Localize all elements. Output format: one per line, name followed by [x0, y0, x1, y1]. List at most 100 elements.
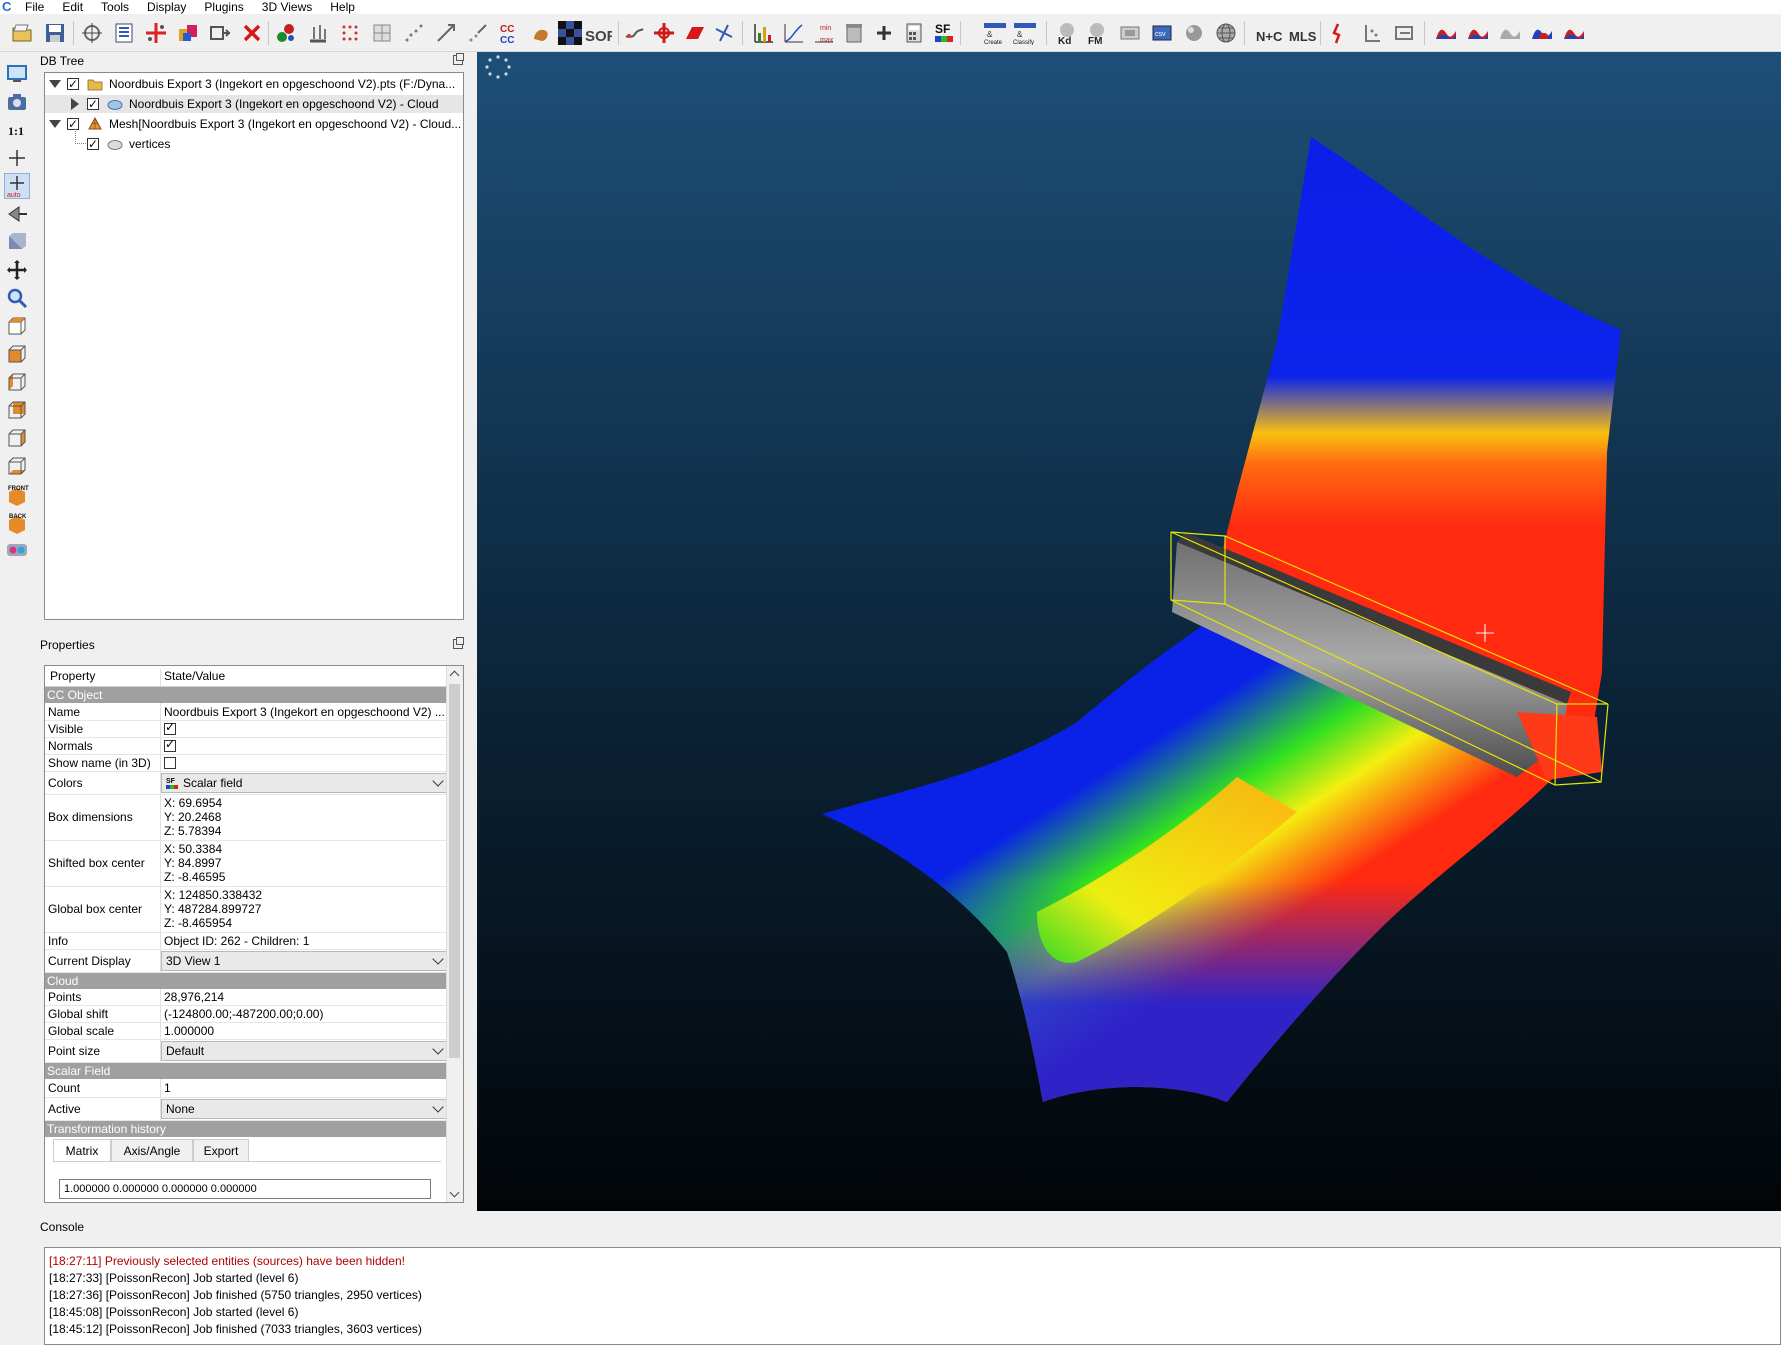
list-icon[interactable]: [112, 21, 136, 45]
sf-gradient-plot-icon[interactable]: [782, 21, 806, 45]
fm-icon[interactable]: FM: [1085, 21, 1109, 45]
3d-view[interactable]: [477, 52, 1781, 1211]
menu-tools[interactable]: Tools: [92, 0, 138, 14]
align-icon[interactable]: [466, 21, 490, 45]
show-name-checkbox[interactable]: [164, 757, 176, 769]
front-view-icon[interactable]: [5, 342, 29, 366]
translate-rotate-icon[interactable]: [652, 21, 676, 45]
crosshair-icon[interactable]: [5, 146, 29, 170]
menu-file[interactable]: File: [16, 0, 53, 14]
merge-icon[interactable]: [176, 21, 200, 45]
checkerboard-icon[interactable]: [558, 21, 582, 45]
tab-export[interactable]: Export: [193, 1139, 249, 1161]
add-icon[interactable]: [872, 21, 896, 45]
collapse-arrow-icon[interactable]: [49, 80, 61, 88]
perspective-icon[interactable]: [5, 202, 29, 226]
name-field[interactable]: Noordbuis Export 3 (Ingekort en opgescho…: [164, 705, 445, 719]
menu-plugins[interactable]: Plugins: [195, 0, 252, 14]
mls-icon[interactable]: MLS: [1288, 21, 1316, 45]
console-log[interactable]: [18:27:11] Previously selected entities …: [44, 1247, 1781, 1345]
menu-edit[interactable]: Edit: [53, 0, 92, 14]
visible-checkbox[interactable]: [164, 720, 176, 735]
db-tree-title-bar[interactable]: DB Tree: [35, 52, 467, 70]
scroll-down-icon[interactable]: [449, 1187, 460, 1198]
point-pick-icon[interactable]: [712, 21, 736, 45]
tree-item-cloud[interactable]: Noordbuis Export 3 (Ingekort en opgescho…: [45, 95, 463, 113]
histogram-icon[interactable]: [752, 21, 776, 45]
cloud-cloud-dist-icon[interactable]: CC CC: [498, 21, 522, 45]
float-panel-icon[interactable]: [453, 637, 464, 649]
normals-icon[interactable]: [306, 21, 330, 45]
stereo-icon[interactable]: [5, 538, 29, 562]
tab-axis-angle[interactable]: Axis/Angle: [111, 1139, 193, 1161]
global-shift-icon[interactable]: [80, 21, 104, 45]
clone-icon[interactable]: [208, 21, 232, 45]
scroll-up-icon[interactable]: [449, 670, 460, 681]
zoom-icon[interactable]: [5, 286, 29, 310]
colors-dropdown[interactable]: SF Scalar field: [161, 773, 448, 793]
globe-icon[interactable]: [1214, 21, 1238, 45]
tree-item-vertices[interactable]: vertices: [45, 129, 463, 153]
segment-icon[interactable]: [622, 21, 646, 45]
sf-tool-icon[interactable]: [1328, 21, 1352, 45]
cube-view-icon[interactable]: [5, 230, 29, 254]
console-title-bar[interactable]: Console: [35, 1218, 1781, 1236]
add-point-icon[interactable]: [144, 21, 168, 45]
back-view-icon[interactable]: [5, 398, 29, 422]
sphere-icon[interactable]: [1182, 21, 1206, 45]
pcv-2-icon[interactable]: [1466, 21, 1490, 45]
clean-icon[interactable]: [1392, 21, 1416, 45]
current-display-dropdown[interactable]: 3D View 1: [161, 951, 448, 971]
sf-gradient-icon[interactable]: [402, 21, 426, 45]
point-size-dropdown[interactable]: Default: [161, 1041, 448, 1061]
float-panel-icon[interactable]: [453, 53, 464, 65]
subsample-icon[interactable]: [338, 21, 362, 45]
sf-minmax-icon[interactable]: min max: [812, 21, 836, 45]
octree-icon[interactable]: [370, 21, 394, 45]
quadric-icon[interactable]: csv: [1150, 21, 1174, 45]
tree-item-checkbox[interactable]: [87, 95, 99, 113]
delete-icon[interactable]: [240, 21, 264, 45]
tree-item-checkbox[interactable]: [67, 75, 79, 93]
canupo-classify-icon[interactable]: & Classify: [1013, 21, 1037, 45]
front-iso-icon[interactable]: FRONT: [5, 482, 29, 506]
tab-matrix[interactable]: Matrix: [53, 1139, 111, 1161]
move-icon[interactable]: [5, 258, 29, 282]
tree-item-mesh[interactable]: Mesh[Noordbuis Export 3 (Ingekort en opg…: [45, 115, 463, 133]
camera-icon[interactable]: [5, 90, 29, 114]
collapse-arrow-icon[interactable]: [49, 120, 61, 128]
matrix-field[interactable]: 1.000000 0.000000 0.000000 0.000000: [59, 1179, 431, 1199]
canupo-create-icon[interactable]: & Create: [983, 21, 1007, 45]
plane-fit-icon[interactable]: [1118, 21, 1142, 45]
pcv-4-icon[interactable]: [1530, 21, 1554, 45]
normals-checkbox[interactable]: [164, 737, 176, 752]
3d-render[interactable]: [477, 52, 1781, 1211]
pcv-1-icon[interactable]: [1434, 21, 1458, 45]
cloud-mesh-dist-icon[interactable]: [530, 21, 554, 45]
filter-icon[interactable]: [842, 21, 866, 45]
menu-3d-views[interactable]: 3D Views: [253, 0, 321, 14]
one-to-one-icon[interactable]: 1:1: [5, 118, 29, 142]
kd-icon[interactable]: Kd: [1055, 21, 1079, 45]
open-icon[interactable]: [10, 21, 34, 45]
properties-scrollbar[interactable]: [446, 666, 463, 1202]
n-c-icon[interactable]: N+C: [1255, 21, 1283, 45]
tree-item-checkbox[interactable]: [87, 135, 99, 153]
right-view-icon[interactable]: [5, 426, 29, 450]
auto-pick-icon[interactable]: auto: [4, 173, 30, 199]
display-icon[interactable]: [5, 62, 29, 86]
top-view-icon[interactable]: [5, 314, 29, 338]
scroll-thumb[interactable]: [449, 684, 460, 1058]
properties-title-bar[interactable]: Properties: [35, 636, 467, 654]
sf-icon[interactable]: SF: [932, 21, 956, 45]
bottom-view-icon[interactable]: [5, 454, 29, 478]
calculator-icon[interactable]: [902, 21, 926, 45]
cross-section-icon[interactable]: [682, 21, 706, 45]
pcv-3-icon[interactable]: [1498, 21, 1522, 45]
menu-help[interactable]: Help: [321, 0, 364, 14]
save-icon[interactable]: [43, 21, 67, 45]
left-view-icon[interactable]: [5, 370, 29, 394]
tree-item-pts-file[interactable]: Noordbuis Export 3 (Ingekort en opgescho…: [45, 75, 463, 93]
sor-icon[interactable]: SOR: [584, 21, 612, 45]
active-sf-dropdown[interactable]: None: [161, 1099, 448, 1119]
